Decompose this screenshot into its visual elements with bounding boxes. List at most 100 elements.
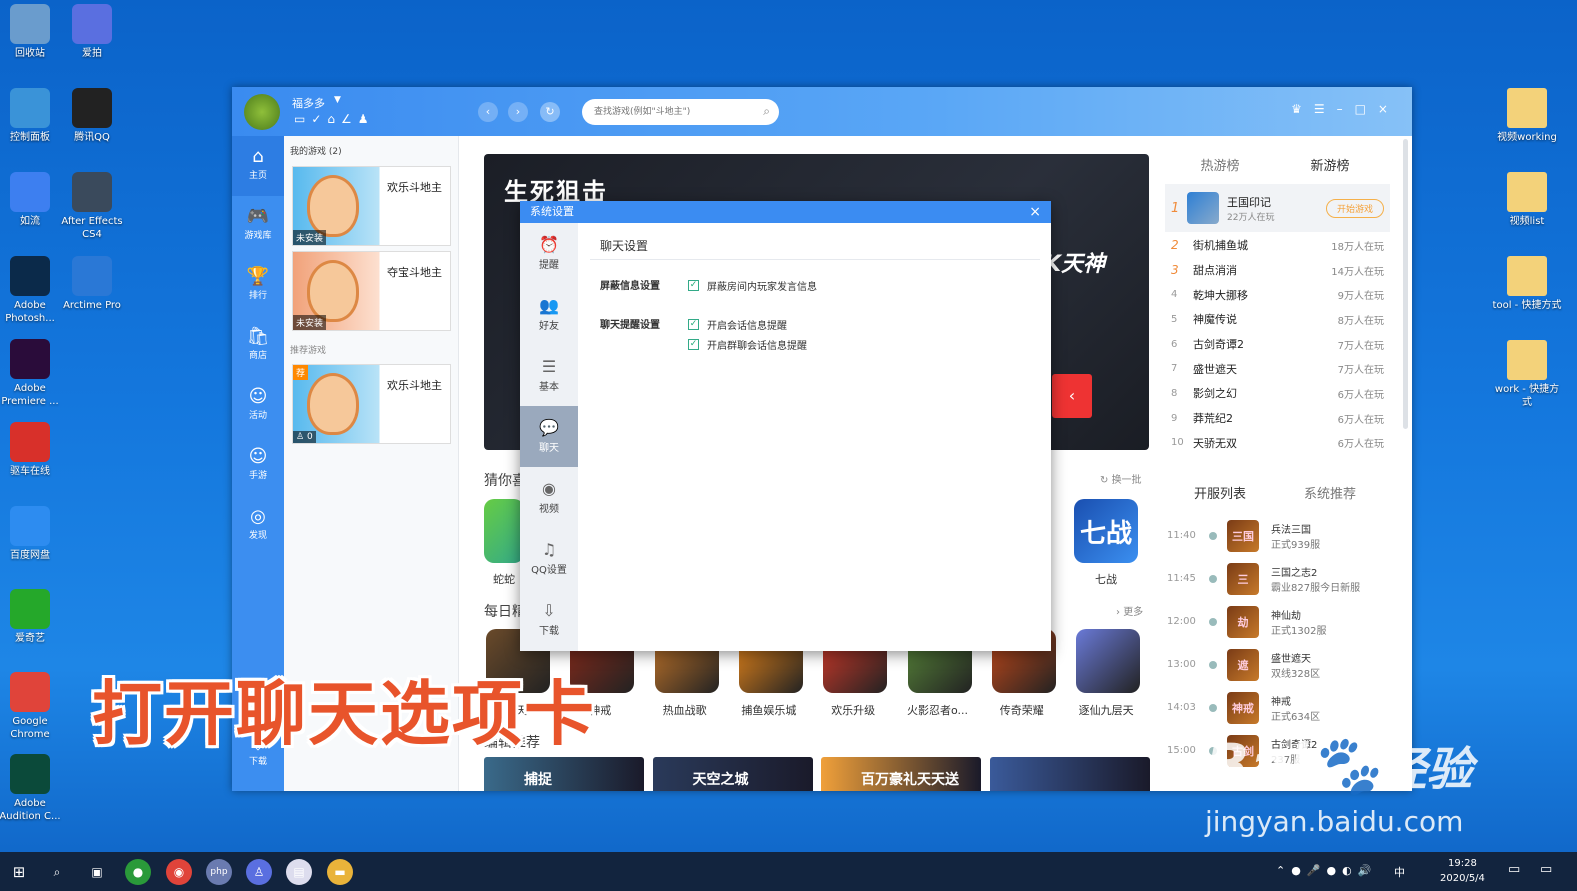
profile-icons[interactable]: ▭✓⌂∠♟	[294, 112, 375, 126]
desktop-icon[interactable]: After Effects CS4	[57, 172, 127, 241]
avatar[interactable]	[244, 94, 280, 130]
clock[interactable]: 19:28 2020/5/4	[1440, 856, 1485, 886]
group-notify-checkbox[interactable]: ✓ 开启群聊会话信息提醒	[688, 337, 807, 352]
dialog-nav-item[interactable]: 💬 聊天	[520, 406, 578, 467]
aipai-icon[interactable]: ♙	[246, 859, 272, 885]
server-item[interactable]: 12:00 劫神仙劫 正式1302服	[1165, 600, 1390, 643]
editor-banner[interactable]: 捕捉	[484, 757, 644, 791]
game-label[interactable]: 七战	[1066, 571, 1146, 587]
rank-item[interactable]: 5 神魔传说 8万人在玩	[1165, 307, 1390, 332]
recommend-game-card[interactable]: 荐 欢乐斗地主 ♙ 0	[292, 364, 451, 444]
desktop-icon[interactable]: Arctime Pro	[57, 256, 127, 312]
desktop-icon[interactable]: Google Chrome	[0, 672, 65, 741]
game-icon[interactable]: 七战	[1074, 499, 1138, 563]
search-icon[interactable]: ⌕	[44, 859, 70, 885]
desktop-icon[interactable]: 如流	[0, 172, 65, 228]
desktop-icon[interactable]: 腾讯QQ	[57, 88, 127, 144]
dialog-nav-item[interactable]: ☰ 基本	[520, 345, 578, 406]
game-label[interactable]: 欢乐升级	[813, 702, 893, 718]
banner-next-button[interactable]: ‹	[1052, 374, 1092, 418]
dialog-nav-item[interactable]: ⇩ 下载	[520, 589, 578, 650]
sidebar-item[interactable]: 🏆 排行	[232, 256, 284, 316]
tab-new[interactable]: 新游榜	[1275, 147, 1385, 182]
refresh-link[interactable]: ↻ 换一批	[1100, 471, 1142, 486]
desktop-icon[interactable]: 回收站	[0, 4, 65, 60]
game-label[interactable]: 逐仙九层天	[1066, 702, 1146, 718]
editor-banner[interactable]	[989, 757, 1150, 791]
sidebar-item[interactable]: 🛍 商店	[232, 316, 284, 376]
ime-indicator[interactable]: 中	[1394, 864, 1405, 880]
tab-hot[interactable]: 热游榜	[1165, 147, 1275, 182]
app-icon[interactable]: ●	[125, 859, 151, 885]
close-icon[interactable]: ×	[1029, 201, 1041, 223]
desktop-icon[interactable]: 控制面板	[0, 88, 65, 144]
dialog-nav-item[interactable]: ⏰ 提醒	[520, 223, 578, 284]
scrollbar[interactable]	[1403, 139, 1408, 429]
desktop-icon[interactable]: 百度网盘	[0, 506, 65, 562]
desktop-icon[interactable]: 驱车在线	[0, 422, 65, 478]
show-desktop-button[interactable]: ▭	[1540, 862, 1552, 877]
forward-button[interactable]: ›	[508, 102, 528, 122]
rank-item[interactable]: 7 盛世遮天 7万人在玩	[1165, 356, 1390, 381]
php-icon[interactable]: php	[206, 859, 232, 885]
tab-server-list[interactable]: 开服列表	[1165, 475, 1275, 510]
sidebar-item[interactable]: ◎ 发现	[232, 496, 284, 556]
start-game-button[interactable]: 开始游戏	[1325, 198, 1384, 218]
server-item[interactable]: 14:03 神戒 神戒 正式634区	[1165, 686, 1390, 729]
task-view-icon[interactable]: ▣	[84, 859, 110, 885]
notification-icon[interactable]: ▭	[1508, 862, 1520, 877]
rank-item[interactable]: 3 甜点消消 14万人在玩	[1165, 258, 1390, 283]
chevron-down-icon[interactable]: ▼	[334, 95, 341, 105]
folder-icon[interactable]: ▬	[327, 859, 353, 885]
search-box[interactable]: ⌕	[582, 99, 779, 125]
desktop-icon[interactable]: 爱拍	[57, 4, 127, 60]
desktop-shortcut[interactable]: 视频list	[1492, 172, 1562, 228]
username[interactable]: 福多多	[292, 95, 325, 111]
rank-item[interactable]: 8 影剑之幻 6万人在玩	[1165, 381, 1390, 406]
dialog-nav-item[interactable]: ♫ QQ设置	[520, 528, 578, 589]
search-icon[interactable]: ⌕	[763, 104, 770, 119]
desktop-shortcut[interactable]: work - 快捷方式	[1492, 340, 1562, 409]
game-label[interactable]: 捕鱼娱乐城	[729, 702, 809, 718]
search-input[interactable]	[582, 99, 747, 125]
window-controls[interactable]: ♛☰–□×	[1291, 102, 1400, 116]
desktop-shortcut[interactable]: tool - 快捷方式	[1492, 256, 1562, 312]
refresh-button[interactable]: ↻	[540, 102, 560, 122]
block-room-messages-checkbox[interactable]: ✓ 屏蔽房间内玩家发言信息	[688, 278, 817, 293]
session-notify-checkbox[interactable]: ✓ 开启会话信息提醒	[688, 317, 787, 332]
dialog-nav-item[interactable]: 👥 好友	[520, 284, 578, 345]
notepad-icon[interactable]: ▤	[286, 859, 312, 885]
top-rank-item[interactable]: 1 王国印记 22万人在玩 开始游戏	[1165, 184, 1390, 232]
desktop-icon[interactable]: 爱奇艺	[0, 589, 65, 645]
server-item[interactable]: 11:45 三三国之志2 霸业827服今日新服	[1165, 557, 1390, 600]
editor-banner[interactable]: 天空之城	[652, 757, 813, 791]
chrome-icon[interactable]: ◉	[166, 859, 192, 885]
rank-item[interactable]: 9 莽荒纪2 6万人在玩	[1165, 406, 1390, 431]
desktop-icon[interactable]: Adobe Photosh...	[0, 256, 65, 325]
desktop-icon[interactable]: Adobe Audition C...	[0, 754, 65, 823]
game-icon[interactable]	[484, 499, 524, 563]
desktop-shortcut[interactable]: 视频working	[1492, 88, 1562, 144]
more-link[interactable]: › 更多	[1116, 603, 1143, 618]
game-card[interactable]: 欢乐斗地主 未安装	[292, 166, 451, 246]
tab-system-recommend[interactable]: 系统推荐	[1275, 475, 1385, 510]
sidebar-item[interactable]: ☺ 活动	[232, 376, 284, 436]
game-icon[interactable]	[1076, 629, 1141, 693]
back-button[interactable]: ‹	[478, 102, 498, 122]
server-item[interactable]: 11:40 三国 兵法三国 正式939服	[1165, 514, 1390, 557]
rank-item[interactable]: 6 古剑奇谭2 7万人在玩	[1165, 332, 1390, 357]
rank-item[interactable]: 10 天骄无双 6万人在玩	[1165, 431, 1390, 456]
server-item[interactable]: 13:00 遮盛世遮天 双线328区	[1165, 643, 1390, 686]
rank-item[interactable]: 4 乾坤大挪移 9万人在玩	[1165, 282, 1390, 307]
game-label[interactable]: 传奇荣耀	[982, 702, 1062, 718]
game-label[interactable]: 热血战歌	[645, 702, 725, 718]
rank-item[interactable]: 2 街机捕鱼城 18万人在玩	[1165, 233, 1390, 258]
game-card[interactable]: 夺宝斗地主 未安装	[292, 251, 451, 331]
editor-banner[interactable]: 百万豪礼天天送	[821, 757, 981, 791]
sidebar-item[interactable]: 🎮 游戏库	[232, 196, 284, 256]
sidebar-item[interactable]: ☺ 手游	[232, 436, 284, 496]
start-icon[interactable]: ⊞	[6, 859, 32, 885]
game-label[interactable]: 火影忍者o...	[898, 702, 978, 718]
dialog-nav-item[interactable]: ◉ 视频	[520, 467, 578, 528]
sidebar-item[interactable]: ⌂ 主页	[232, 136, 284, 196]
